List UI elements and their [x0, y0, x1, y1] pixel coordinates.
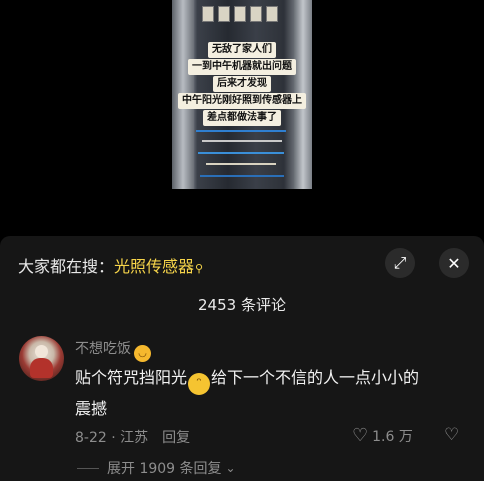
expand-button[interactable]: ⤢ [385, 248, 415, 278]
divider-line [77, 467, 99, 469]
video-caption: 中午阳光刚好照到传感器上 [178, 93, 306, 109]
broken-heart-icon[interactable]: ♡ [444, 425, 459, 445]
wire [200, 175, 284, 177]
video-caption: 无敌了家人们 [208, 42, 276, 58]
comment-text[interactable]: 贴个符咒挡阳光 ᵔ 给下一个不信的人一点小小的震撼 [75, 364, 435, 422]
comment-meta: 8-22 · 江苏 回复 [75, 427, 190, 447]
expand-icon: ⤢ [393, 253, 407, 272]
chevron-down-icon: ⌄ [225, 461, 236, 475]
wire [202, 140, 282, 142]
grinning-face-icon: ᵔ [188, 373, 211, 395]
wire [198, 152, 284, 154]
reply-button[interactable]: 回复 [162, 430, 190, 446]
terminal-module [218, 6, 230, 22]
expand-replies-label: 展开 1909 条回复 [107, 461, 222, 477]
close-button[interactable]: ✕ [439, 248, 469, 278]
upside-down-face-icon: ◡ [134, 345, 151, 362]
comments-count-title: 2453 条评论 [198, 296, 286, 314]
username-text[interactable]: 不想吃饭 [75, 341, 131, 357]
search-prefix: 大家都在搜： [18, 257, 115, 276]
comment-text-part1: 贴个符咒挡阳光 [75, 368, 188, 387]
terminal-module [250, 6, 262, 22]
video-caption: 一到中午机器就出问题 [188, 59, 296, 75]
wire [206, 163, 276, 165]
comment-date-location: 8-22 · 江苏 [75, 430, 149, 446]
avatar[interactable] [19, 336, 64, 381]
terminal-module [202, 6, 214, 22]
video-frame[interactable]: 无敌了家人们 一到中午机器就出问题 后来才发现 中午阳光刚好照到传感器上 差点都… [172, 0, 312, 189]
video-caption: 差点都做法事了 [203, 110, 281, 126]
comments-panel: 大家都在搜：光照传感器⚲ ⤢ ✕ 2453 条评论 不想吃饭 ◡ 贴个符咒挡阳光 ᵔ… [0, 236, 484, 481]
search-suggestion[interactable]: 大家都在搜：光照传感器⚲ [18, 253, 203, 277]
video-caption: 后来才发现 [213, 76, 271, 92]
heart-icon: ♡ [352, 425, 369, 446]
comment-username[interactable]: 不想吃饭 ◡ [75, 338, 151, 362]
like-button[interactable]: ♡ 1.6 万 [352, 425, 413, 446]
expand-replies-button[interactable]: 展开 1909 条回复 ⌄ [77, 458, 236, 478]
search-term[interactable]: 光照传感器 [114, 257, 194, 276]
terminal-module [234, 6, 246, 22]
video-player[interactable]: 无敌了家人们 一到中午机器就出问题 后来才发现 中午阳光刚好照到传感器上 差点都… [0, 0, 484, 236]
terminal-module [266, 6, 278, 22]
wire [196, 130, 286, 132]
search-icon: ⚲ [195, 262, 204, 275]
close-icon: ✕ [447, 253, 461, 273]
like-count: 1.6 万 [372, 428, 413, 445]
avatar-body [30, 358, 53, 378]
avatar-face [35, 345, 48, 358]
